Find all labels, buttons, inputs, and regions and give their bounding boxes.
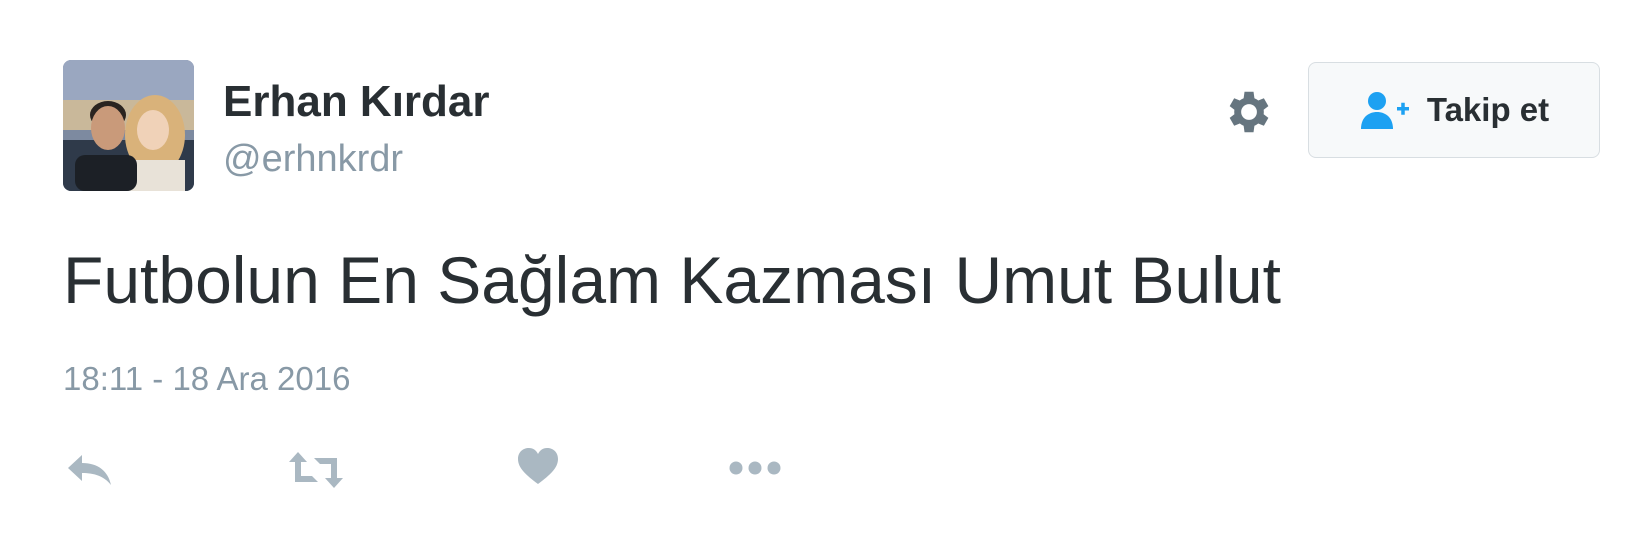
avatar-photo bbox=[63, 60, 194, 191]
add-user-icon bbox=[1360, 92, 1409, 129]
follow-button[interactable]: Takip et bbox=[1308, 62, 1600, 158]
author-handle[interactable]: @erhnkrdr bbox=[223, 136, 403, 182]
reply-icon bbox=[68, 455, 111, 485]
follow-button-label: Takip et bbox=[1426, 91, 1550, 128]
tweet-card: Erhan Kırdar @erhnkrdr Takip et Futbolun… bbox=[0, 0, 1651, 555]
tweet-actions bbox=[0, 440, 900, 500]
reply-button[interactable] bbox=[66, 452, 114, 488]
more-icon bbox=[729, 461, 781, 475]
retweet-button[interactable] bbox=[288, 450, 344, 490]
more-button[interactable] bbox=[728, 460, 782, 476]
tweet-timestamp[interactable]: 18:11 - 18 Ara 2016 bbox=[63, 358, 350, 400]
author-name[interactable]: Erhan Kırdar bbox=[223, 76, 490, 128]
like-button[interactable] bbox=[516, 446, 560, 486]
gear-icon[interactable] bbox=[1220, 85, 1274, 139]
retweet-icon bbox=[289, 452, 343, 488]
heart-icon bbox=[518, 448, 558, 484]
tweet-text: Futbolun En Sağlam Kazması Umut Bulut bbox=[63, 243, 1281, 317]
avatar[interactable] bbox=[63, 60, 194, 191]
